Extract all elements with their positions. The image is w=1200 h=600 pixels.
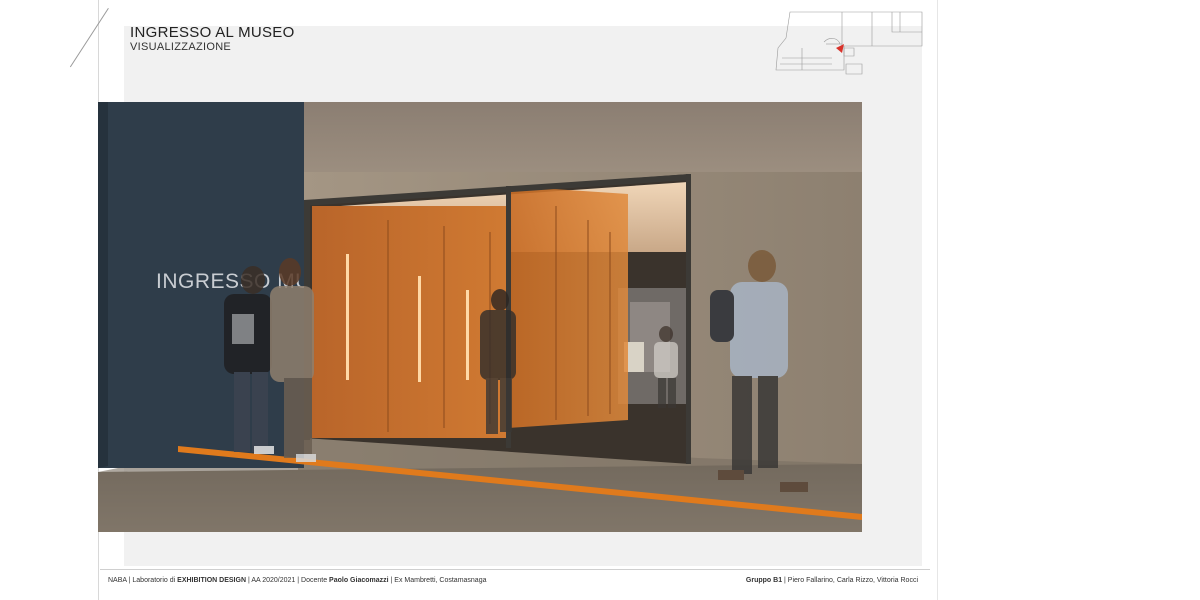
title-block: INGRESSO AL MUSEO VISUALIZZAZIONE [130,24,295,54]
footer-group: Gruppo B1 [745,577,783,584]
footer-credits-right: Gruppo B1 | Piero Fallarino, Carla Rizzo… [746,577,918,584]
footer-text: | Laboratorio di [126,577,178,584]
page-title: INGRESSO AL MUSEO [130,24,295,41]
viewpoint-marker-icon [836,44,844,53]
key-plan-thumbnail [775,11,923,75]
footer-divider [100,569,930,570]
footer-teacher: Paolo Giacomazzi [329,577,389,584]
footer-school: NABA [108,577,127,584]
footer-credits-left: NABA | Laboratorio di EXHIBITION DESIGN … [108,577,487,584]
footer-text: | AA 2020/2021 | Docente [246,577,330,584]
page-subtitle: VISUALIZZAZIONE [130,41,232,53]
footer-members: | Piero Fallarino, Carla Rizzo, Vittoria… [782,577,918,584]
entrance-render-image: INGRESSO MUSEO [98,102,862,532]
footer-text: | Ex Mambretti, Costamasnaga [388,577,487,584]
footer-course: EXHIBITION DESIGN [177,577,246,584]
document-page: INGRESSO AL MUSEO VISUALIZZAZIONE INGRES… [0,0,1200,600]
